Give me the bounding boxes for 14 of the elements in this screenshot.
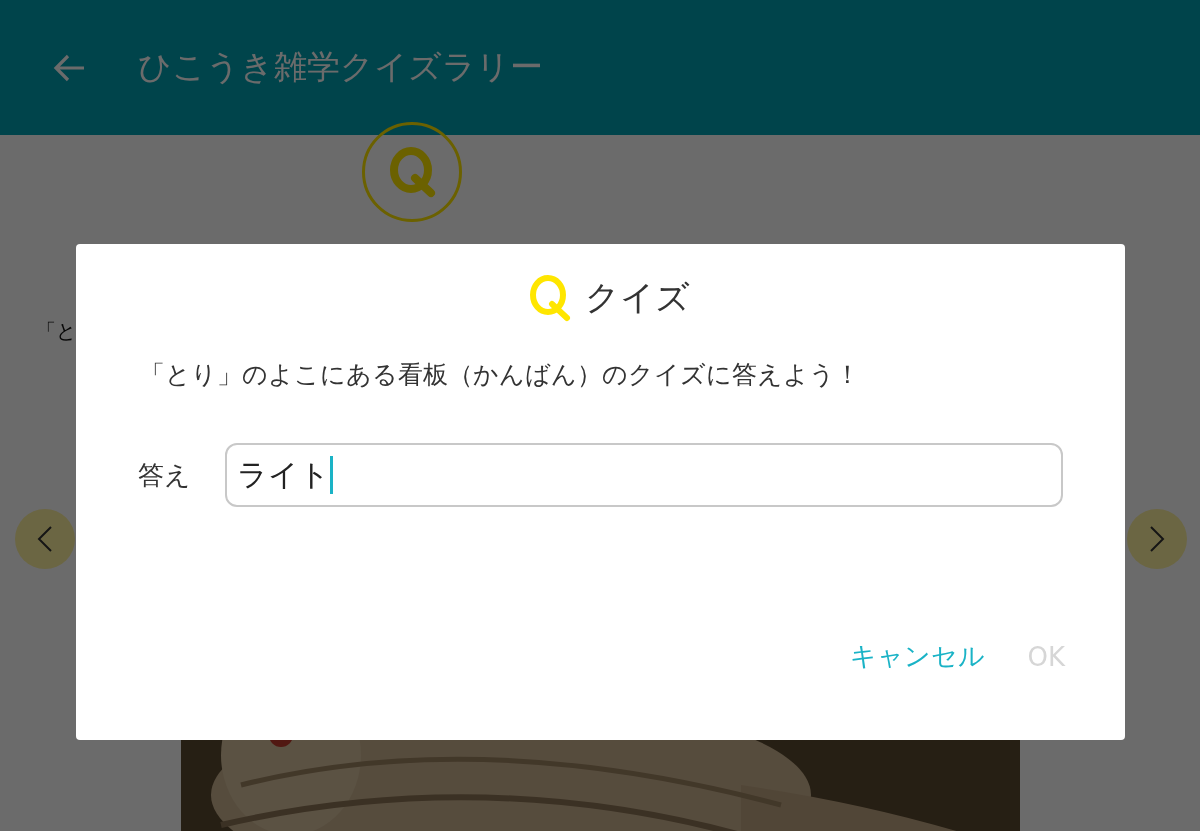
question-text: 「と [36,318,76,345]
next-button[interactable] [1127,509,1187,569]
quiz-q-icon [362,122,462,222]
cancel-button[interactable]: キャンセル [850,635,986,678]
previous-button[interactable] [15,509,75,569]
answer-field[interactable]: ライト [225,443,1063,507]
chevron-right-icon [1149,525,1165,553]
quiz-q-icon [527,274,571,322]
question-text: 「とり」のよこにある看板（かんばん）のクイズに答えよう！ [140,359,861,391]
answer-label: 答え [138,458,191,492]
dialog-title: クイズ [585,276,690,319]
app-title: ひこうき雑学クイズラリー [138,46,543,88]
back-arrow-icon[interactable] [52,52,86,83]
chevron-left-icon [37,525,53,553]
